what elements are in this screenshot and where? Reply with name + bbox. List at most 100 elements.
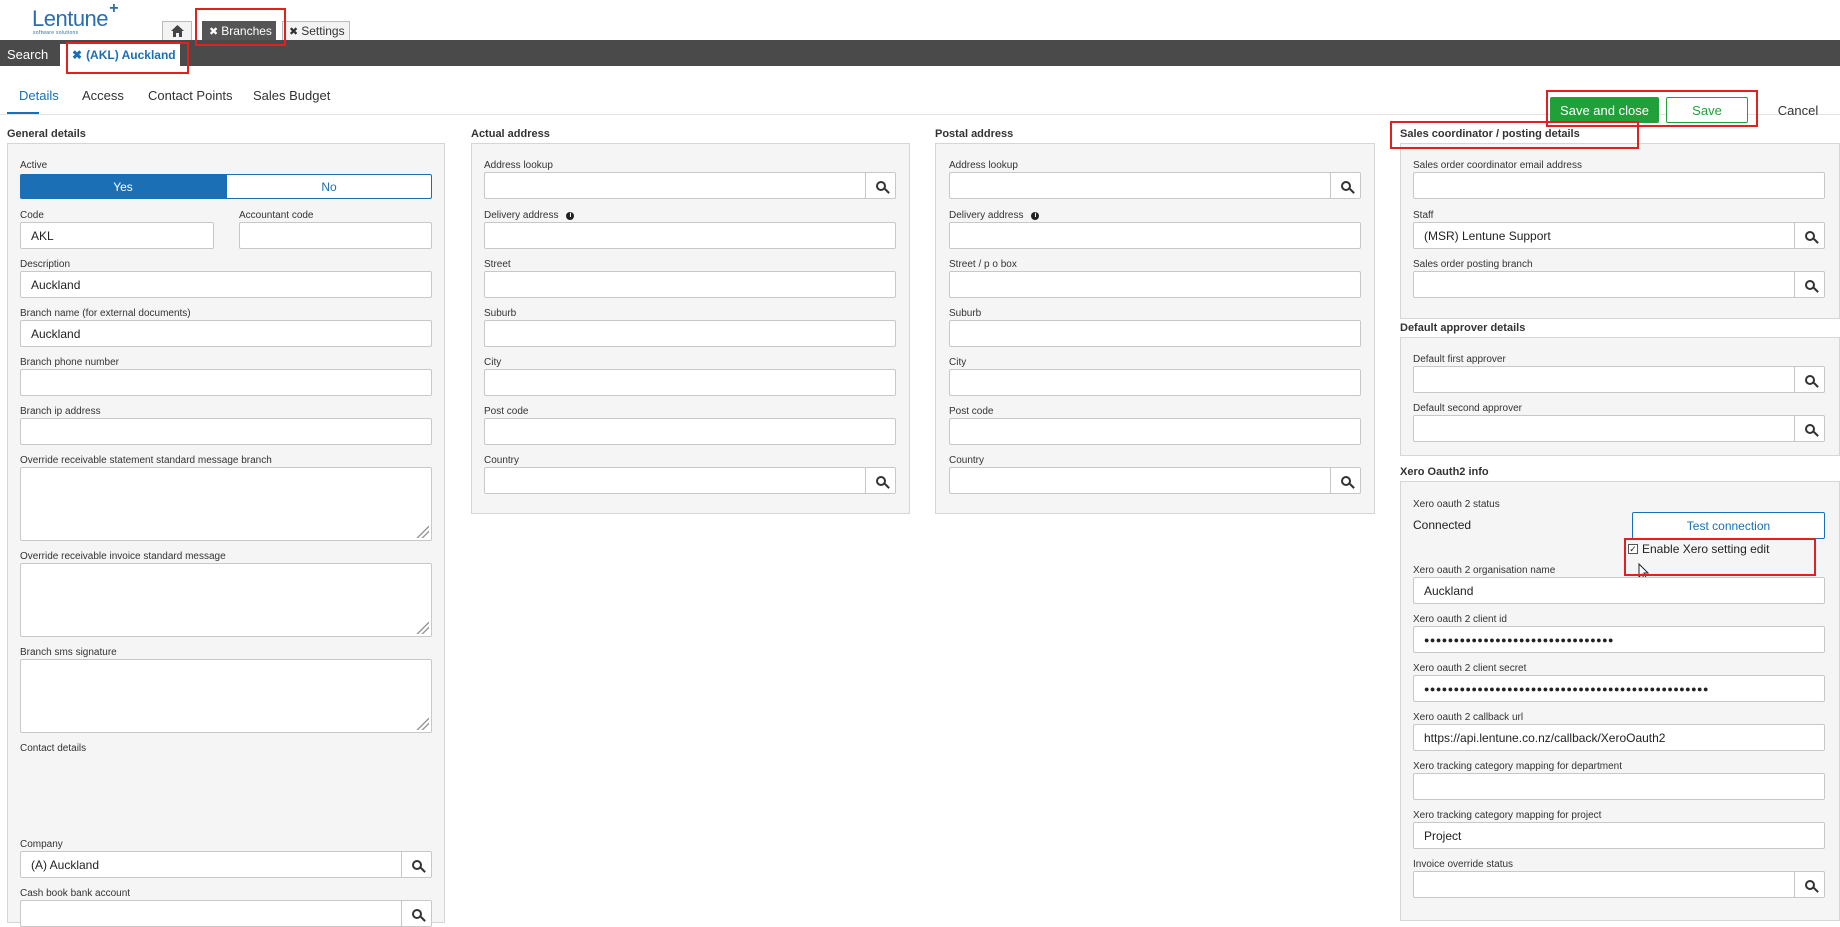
postal-lookup-search-button[interactable]	[1330, 172, 1361, 199]
xero-org-field[interactable]: Auckland	[1413, 577, 1825, 604]
enable-xero-edit-checkbox[interactable]: ✓ Enable Xero setting edit	[1628, 542, 1769, 556]
resize-handle[interactable]	[415, 716, 429, 730]
accountant-code-field[interactable]	[239, 222, 432, 249]
actual-country-search-button[interactable]	[865, 467, 896, 494]
close-icon[interactable]: ✖	[289, 25, 298, 38]
company-search-button[interactable]	[401, 851, 432, 878]
save-button[interactable]: Save	[1666, 97, 1748, 123]
tab-settings[interactable]: ✖ Settings	[282, 21, 350, 40]
general-details-title: General details	[7, 128, 86, 140]
invoice-override-field[interactable]	[1413, 871, 1795, 898]
xero-tracking-dept-field[interactable]	[1413, 773, 1825, 800]
staff-field[interactable]: (MSR) Lentune Support	[1413, 222, 1795, 249]
postal-city-field[interactable]	[949, 369, 1361, 396]
app-logo: Lentune +	[32, 0, 119, 32]
postal-country-field[interactable]	[949, 467, 1331, 494]
search-icon	[411, 908, 422, 919]
branch-phone-field[interactable]	[20, 369, 432, 396]
postal-suburb-field[interactable]	[949, 320, 1361, 347]
enable-xero-edit-label: Enable Xero setting edit	[1642, 542, 1770, 556]
cashbook-search-button[interactable]	[401, 900, 432, 927]
tab-details[interactable]: Details	[19, 88, 59, 103]
tab-branches[interactable]: ✖ Branches	[202, 21, 276, 40]
info-icon[interactable]: i	[566, 212, 575, 220]
sms-signature-textarea[interactable]	[20, 659, 432, 733]
staff-search-button[interactable]	[1794, 222, 1825, 249]
actual-delivery-label: Delivery address i	[484, 210, 575, 221]
override-statement-textarea[interactable]	[20, 467, 432, 541]
actual-country-field[interactable]	[484, 467, 866, 494]
close-icon[interactable]: ✖	[209, 25, 218, 38]
logo-subtitle: software solutions	[33, 30, 79, 36]
logo-text: Lentune	[32, 6, 109, 31]
checkbox-checked-icon[interactable]: ✓	[1628, 544, 1638, 554]
postal-street-field[interactable]	[949, 271, 1361, 298]
test-connection-button[interactable]: Test connection	[1632, 512, 1825, 539]
home-icon	[170, 25, 184, 37]
coordinator-email-field[interactable]	[1413, 172, 1825, 199]
actual-lookup-search-button[interactable]	[865, 172, 896, 199]
postal-postcode-field[interactable]	[949, 418, 1361, 445]
resize-handle[interactable]	[415, 620, 429, 634]
tab-sales-budget[interactable]: Sales Budget	[253, 88, 330, 103]
description-field[interactable]: Auckland	[20, 271, 432, 298]
contact-details-label: Contact details	[20, 743, 87, 754]
xero-tracking-project-field[interactable]: Project	[1413, 822, 1825, 849]
invoice-override-label: Invoice override status	[1413, 859, 1514, 870]
save-and-close-button[interactable]: Save and close	[1550, 97, 1659, 123]
second-approver-search-button[interactable]	[1794, 415, 1825, 442]
posting-branch-field[interactable]	[1413, 271, 1795, 298]
close-icon[interactable]: ✖	[72, 48, 82, 62]
code-field[interactable]: AKL	[20, 222, 214, 249]
postal-lookup-field[interactable]	[949, 172, 1331, 199]
logo-plus: +	[109, 0, 119, 17]
second-approver-label: Default second approver	[1413, 403, 1522, 414]
postal-country-search-button[interactable]	[1330, 467, 1361, 494]
second-approver-field[interactable]	[1413, 415, 1795, 442]
actual-delivery-field[interactable]	[484, 222, 896, 249]
actual-postcode-field[interactable]	[484, 418, 896, 445]
home-tab[interactable]	[162, 21, 192, 40]
actual-postcode-label: Post code	[484, 406, 529, 417]
xero-client-secret-label: Xero oauth 2 client secret	[1413, 663, 1527, 674]
xero-status-value: Connected	[1413, 518, 1472, 532]
cancel-button[interactable]: Cancel	[1758, 97, 1838, 123]
first-approver-search-button[interactable]	[1794, 366, 1825, 393]
postal-country-label: Country	[949, 455, 985, 466]
postal-delivery-field[interactable]	[949, 222, 1361, 249]
override-invoice-textarea[interactable]	[20, 563, 432, 637]
first-approver-field[interactable]	[1413, 366, 1795, 393]
actual-street-field[interactable]	[484, 271, 896, 298]
info-icon[interactable]: i	[1031, 212, 1040, 220]
postal-city-label: City	[949, 357, 967, 368]
cashbook-field[interactable]	[20, 900, 402, 927]
search-link[interactable]: Search	[7, 47, 48, 62]
posting-branch-search-button[interactable]	[1794, 271, 1825, 298]
invoice-override-search-button[interactable]	[1794, 871, 1825, 898]
xero-tracking-dept-label: Xero tracking category mapping for depar…	[1413, 761, 1622, 772]
actual-street-label: Street	[484, 259, 511, 270]
tab-settings-label: Settings	[301, 24, 345, 38]
xero-client-secret-field[interactable]: ●●●●●●●●●●●●●●●●●●●●●●●●●●●●●●●●●●●●●●●●…	[1413, 675, 1825, 702]
postal-address-title: Postal address	[935, 128, 1014, 140]
branch-name-field[interactable]: Auckland	[20, 320, 432, 347]
postal-delivery-text: Delivery address	[949, 210, 1024, 221]
tab-access[interactable]: Access	[82, 88, 124, 103]
branch-ip-label: Branch ip address	[20, 406, 101, 417]
xero-client-id-field[interactable]: ●●●●●●●●●●●●●●●●●●●●●●●●●●●●●●●●	[1413, 626, 1825, 653]
resize-handle[interactable]	[415, 524, 429, 538]
record-tab-akl[interactable]: ✖ (AKL) Auckland	[60, 44, 180, 66]
active-no-toggle[interactable]: No	[226, 174, 432, 199]
record-tab-label: (AKL) Auckland	[86, 48, 176, 62]
company-field[interactable]: (A) Auckland	[20, 851, 402, 878]
xero-tracking-project-label: Xero tracking category mapping for proje…	[1413, 810, 1602, 821]
actual-city-field[interactable]	[484, 369, 896, 396]
actual-lookup-field[interactable]	[484, 172, 866, 199]
active-yes-toggle[interactable]: Yes	[20, 174, 226, 199]
tab-contact-points[interactable]: Contact Points	[148, 88, 233, 103]
coordinator-email-label: Sales order coordinator email address	[1413, 160, 1582, 171]
branch-ip-field[interactable]	[20, 418, 432, 445]
actual-suburb-field[interactable]	[484, 320, 896, 347]
xero-callback-field[interactable]: https://api.lentune.co.nz/callback/XeroO…	[1413, 724, 1825, 751]
override-statement-label: Override receivable statement standard m…	[20, 455, 272, 466]
